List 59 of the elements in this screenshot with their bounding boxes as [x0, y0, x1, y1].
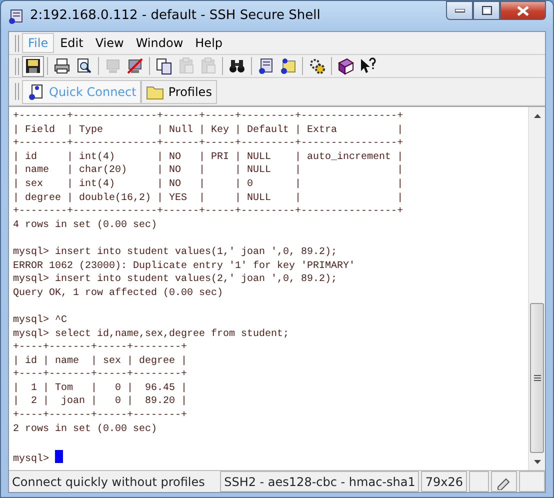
close-icon [517, 6, 529, 16]
copy-icon [155, 57, 173, 75]
gears-icon [308, 57, 326, 75]
terminal-line: | 1 | Tom | 0 | 96.45 | [13, 382, 188, 396]
terminal-line: +----+-------+-----+--------+ [13, 341, 188, 355]
minimize-icon [454, 8, 464, 12]
cipher-info: SSH2 - aes128-cbc - hmac-sha1 [220, 471, 420, 492]
tab[interactable]: Profiles [141, 80, 217, 104]
terminal-line: 4 rows in set (0.00 sec) [13, 218, 158, 232]
terminal-line: +--------+--------------+------+-----+---------+----------------+ [13, 205, 404, 219]
prompt-text: mysql> [13, 454, 50, 465]
toolbar-button[interactable] [22, 56, 44, 76]
scroll-up-icon[interactable] [534, 114, 540, 118]
window-title: 2:192.168.0.112 - default - SSH Secure Shell [30, 7, 320, 26]
terminal-line: 2 rows in set (0.00 sec) [13, 422, 158, 436]
maximize-button[interactable] [473, 1, 500, 20]
terminal-line: +----+-------+-----+--------+ [13, 368, 188, 382]
binoculars-icon [228, 57, 246, 75]
terminal-line: mysql> insert into student values(2,' joan ',0, 89.2); [13, 273, 338, 287]
terminal-line: +--------+--------------+------+-----+---------+----------------+ [13, 137, 404, 151]
scroll-down-icon[interactable] [534, 460, 540, 464]
paste-icon [199, 57, 217, 75]
grip-icon [534, 375, 540, 381]
file-transfer-icon [279, 57, 297, 75]
terminal-line: | sex | int(4) | NO | | 0 | | [13, 178, 404, 192]
terminal-line: | Field | Type | Null | Key | Default | Extra | [13, 124, 404, 138]
terminal-line: mysql> select id,name,sex,degree from student; [13, 328, 290, 342]
printer-icon [53, 57, 71, 75]
print-preview-icon [75, 57, 93, 75]
scrollbar[interactable] [528, 107, 545, 470]
maximize-icon [482, 6, 492, 15]
terminal-icon [257, 57, 275, 75]
close-button[interactable] [500, 1, 546, 20]
terminal-line: ERROR 1062 (23000): Duplicate entry '1' for key 'PRIMARY' [13, 260, 356, 274]
menu-item[interactable]: Help [189, 33, 229, 53]
terminal-line: | 2 | joan | 0 | 89.20 | [13, 395, 188, 410]
paste-icon [177, 57, 195, 75]
minimize-button[interactable] [446, 1, 473, 20]
terminal-line: mysql> ^C [13, 314, 68, 328]
terminal-line: Query OK, 1 row affected (0.00 sec) [13, 286, 224, 300]
app-icon [8, 8, 24, 24]
save-icon [24, 57, 42, 75]
menu-item[interactable]: View [89, 33, 130, 53]
terminal-line: | name | char(20) | NO | | NULL | | [13, 164, 404, 178]
connect-icon [27, 82, 45, 100]
menu-item[interactable]: Window [130, 33, 190, 53]
terminal-line: | id | int(4) | NO | PRI | NULL | auto_increment | [13, 150, 404, 164]
pointer-help-icon [359, 57, 377, 75]
text-cursor [55, 450, 64, 463]
disconnect-icon [126, 57, 144, 75]
terminal-size: 79x26 [421, 471, 467, 492]
terminal-line: +----+-------+-----+--------+ [13, 409, 188, 423]
terminal-line: | degree | double(16,2) | YES | | NULL | | [13, 192, 404, 206]
terminal-line: | id | name | sex | degree | [13, 354, 188, 368]
computer-icon [104, 57, 122, 75]
terminal-line: +--------+--------------+------+-----+---------+----------------+ [13, 110, 404, 124]
terminal-line: mysql> insert into student values(1,' joan ',0, 89.2); [13, 246, 338, 260]
status-message: Connect quickly without profiles [11, 474, 206, 490]
menu-item[interactable]: Edit [54, 33, 90, 53]
